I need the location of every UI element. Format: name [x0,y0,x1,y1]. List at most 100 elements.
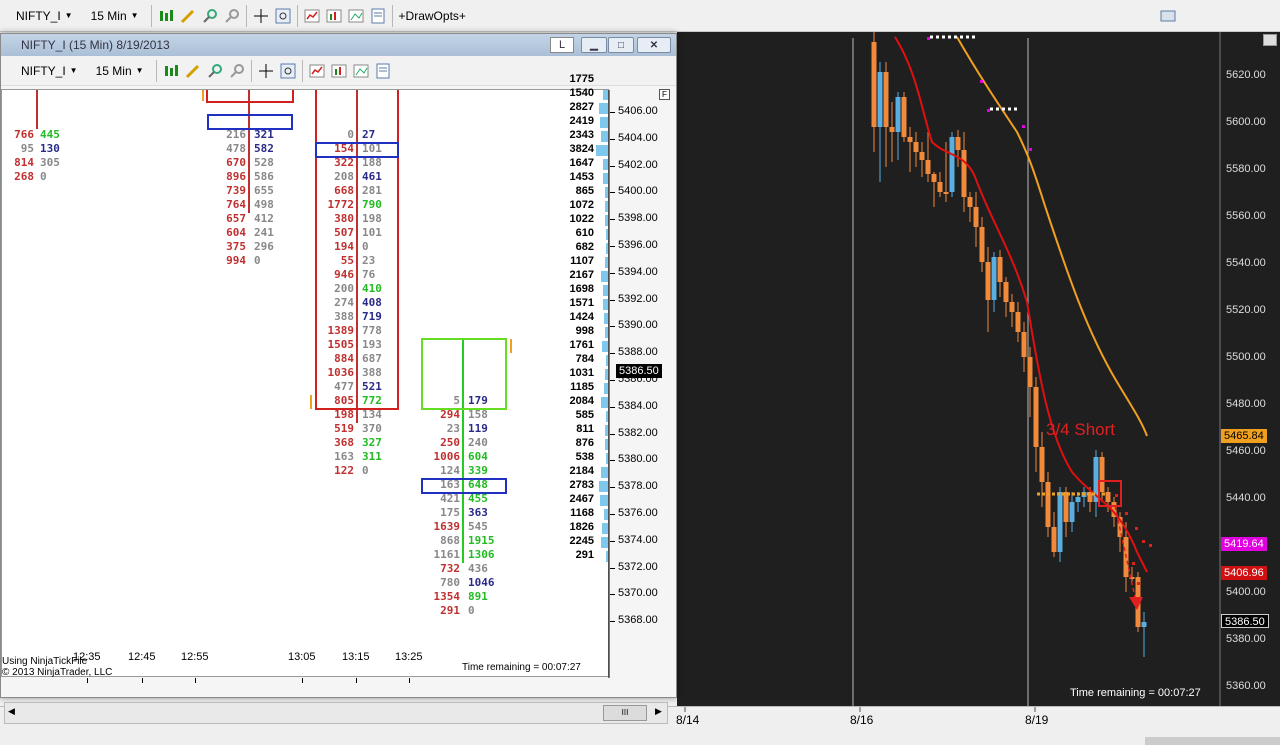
axis-tick [195,678,196,683]
axis-tick [610,487,615,489]
dropdown-arrow-icon: ▼ [64,11,73,20]
zoom-in-icon[interactable] [207,63,223,79]
maximize-button[interactable]: □ [608,37,634,53]
volume-profile-value: 1540 [569,87,594,99]
bid-volume-cell: 200 [334,282,354,295]
pencil-icon[interactable] [180,8,196,24]
window-interval-selector[interactable]: 15 Min ▼ [90,60,150,82]
volume-profile-value: 865 [575,185,594,197]
ask-volume-cell: 27 [362,128,376,141]
time-axis-label: 12:35 [73,651,101,663]
time-axis-label: 12:55 [181,651,209,663]
bar-type-icon[interactable] [163,63,179,79]
price-axis-label: 5382.00 [618,426,658,439]
bid-volume-cell: 732 [440,562,460,575]
price-axis-label: 5404.00 [618,131,658,144]
bid-volume-cell: 154 [334,142,354,155]
right-price-axis-label: 5380.00 [1226,633,1266,645]
window-options-icon[interactable] [1160,8,1176,24]
ask-volume-cell: 604 [468,450,488,463]
ask-volume-cell: 408 [362,296,382,309]
properties-icon[interactable] [370,8,386,24]
volume-profile-value: 1826 [569,521,594,533]
crosshair-icon[interactable] [258,63,274,79]
scrollbar-thumb[interactable]: III [603,705,647,721]
zoom-out-icon[interactable] [229,63,245,79]
bid-volume-cell: 122 [334,464,354,477]
volume-profile-value: 2419 [569,115,594,127]
price-tag-last: 5386.50 [1221,614,1269,628]
volume-profile-value: 1761 [569,339,594,351]
volume-profile-value: 585 [575,409,594,421]
interval-selector[interactable]: 15 Min ▼ [85,5,145,27]
pencil-icon[interactable] [185,63,201,79]
properties-icon[interactable] [375,63,391,79]
separator [245,4,247,27]
separator [155,59,157,82]
data-box-icon[interactable] [275,8,291,24]
close-button[interactable]: ✕ [637,37,671,53]
ask-volume-cell: 119 [468,422,488,435]
right-price-chart[interactable]: 3/4 Short Time remaining = 00:07:27 [677,32,1280,712]
zoom-out-icon[interactable] [224,8,240,24]
strategies-icon[interactable] [331,63,347,79]
short-annotation: 3/4 Short [1046,420,1115,439]
axis-tick [610,165,615,167]
bid-volume-cell: 23 [446,422,460,435]
bid-volume-cell: 519 [334,422,354,435]
zoom-in-icon[interactable] [202,8,218,24]
ask-volume-cell: 0 [362,240,369,253]
ask-volume-cell: 528 [254,156,274,169]
bid-volume-cell: 208 [334,170,354,183]
axis-tick [610,540,615,542]
link-tab-button[interactable]: L [550,37,574,53]
volume-profile-value: 1072 [569,199,594,211]
ask-volume-cell: 778 [362,324,382,337]
scroll-left-arrow-icon[interactable]: ◀ [8,706,15,717]
indicators-icon[interactable] [304,8,320,24]
volume-profile-value: 811 [576,423,594,435]
ask-volume-cell: 241 [254,226,274,239]
ask-volume-cell: 321 [254,128,274,141]
bid-volume-cell: 1505 [327,338,355,351]
chart-panel-button[interactable] [1263,34,1277,46]
volume-profile-value: 682 [575,241,594,253]
f-panel-button[interactable]: F [659,89,670,100]
ask-volume-cell: 0 [468,604,475,617]
volume-profile-value: 2783 [569,479,594,491]
bid-volume-cell: 994 [226,254,246,267]
axis-tick [610,594,615,596]
window-title-bar[interactable]: NIFTY_I (15 Min) 8/19/2013 L ▁ □ ✕ [1,34,676,56]
crosshair-icon[interactable] [253,8,269,24]
ask-volume-cell: 240 [468,436,488,449]
bar-type-icon[interactable] [158,8,174,24]
minimize-button[interactable]: ▁ [581,37,607,53]
right-price-axis-label: 5440.00 [1226,492,1266,504]
bid-volume-cell: 1389 [327,324,355,337]
indicators-icon[interactable] [309,63,325,79]
price-axis-label: 5394.00 [618,265,658,278]
scroll-right-arrow-icon[interactable]: ▶ [655,706,662,717]
chart-style-icon[interactable] [353,63,369,79]
draw-opts-button[interactable]: +DrawOpts+ [399,9,466,23]
window-symbol-selector[interactable]: NIFTY_I ▼ [15,60,84,82]
bid-volume-cell: 478 [226,142,246,155]
axis-tick [356,678,357,683]
bid-volume-cell: 1354 [433,590,461,603]
symbol-selector[interactable]: NIFTY_I ▼ [10,5,79,27]
ask-volume-cell: 339 [468,464,488,477]
strategies-icon[interactable] [326,8,342,24]
data-box-icon[interactable] [280,63,296,79]
price-axis-label: 5372.00 [618,560,658,573]
horizontal-scrollbar[interactable]: ◀ III ▶ [4,702,668,724]
chart-style-icon[interactable] [348,8,364,24]
time-remaining-label: Time remaining = 00:07:27 [1070,687,1201,699]
footprint-chart-area[interactable]: 766 445 95 130 814 305 268 0 216 321 478 582 670 528 8… [1,73,666,678]
bid-volume-cell: 124 [440,464,460,477]
bid-volume-cell: 764 [226,198,246,211]
axis-tick [87,678,88,683]
bid-volume-cell: 274 [334,296,354,309]
separator [250,59,252,82]
price-axis-label: 5370.00 [618,587,658,600]
footprint-chart-window[interactable]: NIFTY_I (15 Min) 8/19/2013 L ▁ □ ✕ NIFTY… [0,33,677,724]
